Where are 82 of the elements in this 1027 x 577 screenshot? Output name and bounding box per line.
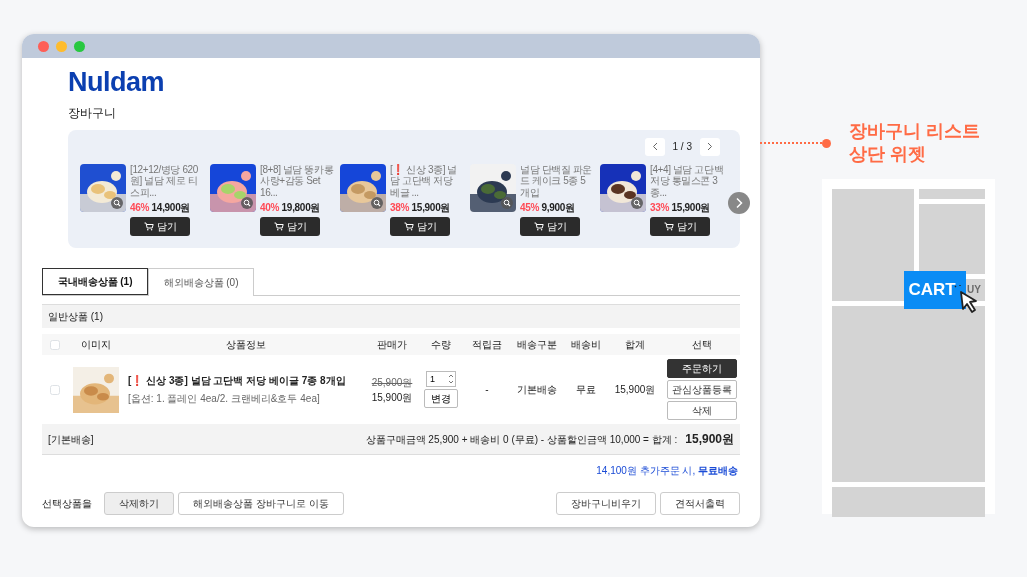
shipping-group-label: [기본배송] — [48, 432, 94, 447]
product-price: 15,900원 — [671, 202, 711, 214]
row-checkbox[interactable] — [50, 384, 60, 395]
selection-label: 선택상품을 — [42, 497, 92, 512]
chevron-right-icon — [707, 142, 713, 152]
chevron-left-icon — [651, 142, 658, 152]
product-name[interactable]: [❗ 신상 3종] 널담 고단백 저당 베이글 7종 8개입 — [128, 373, 368, 389]
window-control[interactable] — [38, 40, 49, 52]
leader-line — [760, 142, 822, 145]
free-shipping-notice: 14,100원 추가주문 시, 무료배송 — [596, 465, 738, 477]
product-price: 19,800원 — [281, 202, 321, 214]
column-header: 선택 — [691, 338, 713, 353]
next-arrow-button[interactable] — [728, 191, 750, 214]
action-button[interactable]: 삭제하기 — [104, 492, 174, 516]
product-name[interactable]: 널담 단백질 파운드 케이크 5종 5개입 — [520, 163, 594, 199]
product-option: [옵션: 1. 플레인 4ea/2. 크랜베리&호두 4ea] — [128, 391, 368, 407]
points-cell-text: - — [484, 383, 490, 398]
column-header: 상품정보 — [225, 338, 267, 353]
action-button[interactable]: 견적서출력 — [660, 492, 740, 516]
page-title: 장바구니 — [68, 104, 117, 122]
product-name[interactable]: [8+8] 널담 뚱카롱 사랑+감동 Set 16... — [260, 163, 334, 199]
annotation-label: 장바구니 리스트 상단 위젯 — [849, 120, 980, 167]
column-header: 이미지 — [80, 338, 112, 353]
section-title: 일반상품 (1) — [42, 304, 740, 329]
search-icon[interactable] — [241, 196, 253, 209]
product-price: 14,900원 — [151, 202, 191, 214]
shipping-type-cell-text: 기본배송 — [516, 383, 558, 398]
shipping-fee-cell-text: 무료 — [575, 383, 597, 398]
product-price: 9,900원 — [541, 202, 575, 214]
spinner-icon[interactable] — [448, 373, 454, 386]
column-header: 판매가 — [376, 338, 408, 353]
column-header: 합계 — [624, 338, 646, 353]
cart-icon — [403, 222, 414, 232]
price-formula: 상품구매금액 25,900 + 배송비 0 (무료) - 상품할인금액 10,000 = 합계 : — [365, 432, 678, 447]
column-header: 배송구분 — [516, 338, 558, 353]
column-header: 배송비 — [570, 338, 602, 353]
cart-icon — [273, 222, 284, 232]
action-button[interactable]: 관심상품등록 — [667, 380, 737, 400]
original-price: 25,900원 — [370, 375, 414, 390]
leader-dot — [822, 138, 831, 148]
action-button[interactable]: 삭제 — [667, 401, 737, 421]
add-to-cart-button[interactable]: 담기 — [650, 217, 710, 237]
chevron-right-icon — [735, 196, 743, 209]
add-to-cart-button[interactable]: 담기 — [260, 217, 320, 237]
page-indicator: 1 / 3 — [672, 140, 692, 155]
discount-rate: 45% — [520, 202, 540, 214]
logo[interactable]: Nuldam — [68, 68, 740, 98]
cart-icon — [533, 222, 544, 232]
discount-rate: 40% — [260, 202, 280, 214]
product-name[interactable]: [12+12/병당 620원] 널담 제로 티스피... — [130, 163, 204, 199]
cursor-icon — [954, 284, 980, 315]
change-button[interactable]: 변경 — [424, 389, 458, 409]
placeholder-block — [919, 203, 985, 274]
hidden-label: UY — [967, 283, 981, 298]
search-icon[interactable] — [501, 196, 513, 209]
total-amount: 15,900원 — [685, 431, 734, 449]
sale-price: 15,900원 — [370, 390, 414, 405]
column-header: 수량 — [430, 338, 452, 353]
discount-rate: 46% — [130, 202, 150, 214]
cart-icon — [143, 222, 154, 232]
tab[interactable]: 국내배송상품 (1) — [42, 268, 148, 296]
action-button[interactable]: 장바구니비우기 — [556, 492, 656, 516]
column-header: 적립금 — [471, 338, 503, 353]
action-button[interactable]: 주문하기 — [667, 359, 737, 379]
add-to-cart-button[interactable]: 담기 — [390, 217, 450, 237]
select-all-checkbox[interactable] — [50, 339, 60, 350]
search-icon[interactable] — [371, 196, 383, 209]
cart-icon — [663, 222, 674, 232]
product-name[interactable]: [❗ 신상 3종] 널담 고단백 저당 베글 ... — [390, 163, 464, 199]
quantity-field[interactable]: 1 — [426, 371, 456, 388]
discount-rate: 38% — [390, 202, 410, 214]
product-price: 15,900원 — [411, 202, 451, 214]
search-icon[interactable] — [111, 196, 123, 209]
total-cell-text: 15,900원 — [613, 383, 657, 398]
add-to-cart-button[interactable]: 담기 — [130, 217, 190, 237]
tab[interactable]: 해외배송상품 (0) — [148, 268, 254, 297]
placeholder-block — [919, 188, 985, 199]
search-icon[interactable] — [631, 196, 643, 209]
discount-rate: 33% — [650, 202, 670, 214]
add-to-cart-button[interactable]: 담기 — [520, 217, 580, 237]
action-button[interactable]: 해외배송상품 장바구니로 이동 — [178, 492, 344, 516]
product-name[interactable]: [4+4] 널담 고단백 저당 통밀스콘 3종... — [650, 163, 724, 199]
